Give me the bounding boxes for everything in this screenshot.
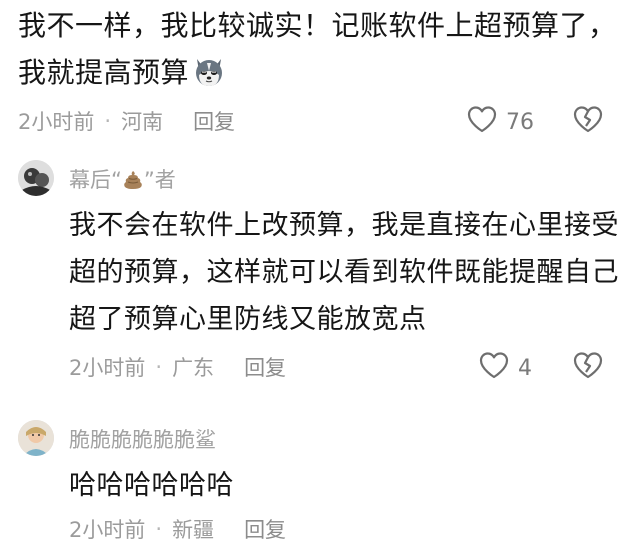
like-count: 4 bbox=[518, 355, 532, 381]
reply-meta: 2小时前 · 新疆 回复 bbox=[69, 514, 286, 544]
comment-location: 河南 bbox=[121, 110, 164, 134]
comment-item: 我不一样，我比较诚实！记账软件上超预算了，我就提高预算 bbox=[18, 0, 628, 96]
reply-button[interactable]: 回复 bbox=[244, 352, 286, 382]
comment-meta: 2小时前 · 河南 回复 bbox=[18, 106, 235, 136]
like-count: 76 bbox=[506, 109, 534, 135]
reply-item: 脆脆脆脆脆脆鲨 哈哈哈哈哈哈 bbox=[18, 420, 628, 510]
comment-thread: 我不一样，我比较诚实！记账软件上超预算了，我就提高预算 2小时前 · 河南 回复… bbox=[0, 0, 640, 543]
reply-location: 新疆 bbox=[172, 518, 215, 542]
reply-username[interactable]: 幕后“ ”者 bbox=[69, 164, 176, 194]
broken-heart-icon bbox=[572, 352, 604, 384]
avatar[interactable] bbox=[18, 420, 54, 456]
avatar[interactable] bbox=[18, 160, 54, 196]
like-button[interactable]: 76 bbox=[466, 104, 534, 140]
reply-time: 2小时前 bbox=[69, 356, 146, 380]
reply-text: 我不会在软件上改预算，我是直接在心里接受超的预算，这样就可以看到软件既能提醒自己… bbox=[69, 210, 619, 335]
meta-separator: · bbox=[155, 517, 163, 541]
meta-separator: · bbox=[155, 355, 163, 379]
reply-item: 幕后“ ”者 我不会在软件上改预算，我是直接在心里接受超的预算，这样就可以看到软… bbox=[18, 160, 628, 350]
reply-text: 哈哈哈哈哈哈 bbox=[69, 470, 234, 501]
meta-separator: · bbox=[104, 109, 112, 133]
reply-time: 2小时前 bbox=[69, 518, 146, 542]
dislike-button[interactable] bbox=[572, 104, 604, 138]
poop-emoji-icon bbox=[122, 169, 144, 191]
reply-meta: 2小时前 · 广东 回复 bbox=[69, 352, 286, 382]
dislike-button[interactable] bbox=[572, 350, 604, 384]
comment-time: 2小时前 bbox=[18, 110, 95, 134]
heart-icon bbox=[466, 104, 498, 140]
reply-username[interactable]: 脆脆脆脆脆脆鲨 bbox=[69, 424, 216, 454]
reply-location: 广东 bbox=[172, 356, 215, 380]
reply-button[interactable]: 回复 bbox=[193, 106, 235, 136]
husky-dog-emoji-icon bbox=[191, 53, 227, 89]
like-button[interactable]: 4 bbox=[478, 350, 532, 386]
heart-icon bbox=[478, 350, 510, 386]
broken-heart-icon bbox=[572, 106, 604, 138]
reply-button[interactable]: 回复 bbox=[244, 514, 286, 544]
comment-text: 我不一样，我比较诚实！记账软件上超预算了，我就提高预算 bbox=[18, 9, 617, 89]
